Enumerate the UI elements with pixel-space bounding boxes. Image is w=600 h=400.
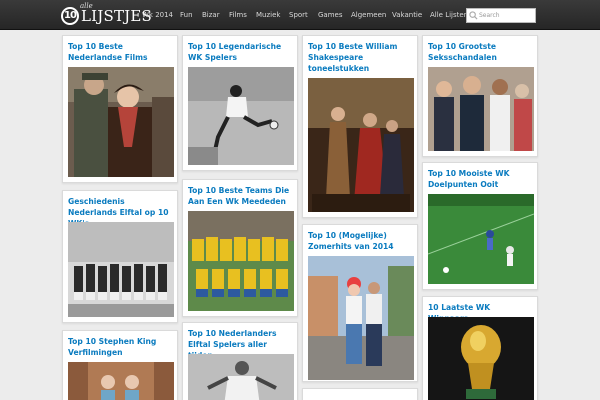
article-image[interactable] [428,317,534,400]
article-image[interactable] [68,67,174,177]
twin-girls-image [68,362,174,400]
article-image[interactable] [68,222,174,317]
article-card[interactable]: Top 10 (Mogelijke) Zomerhits van 2014 [302,224,418,382]
article-image[interactable] [68,362,174,400]
article-card[interactable]: Top 10 Beste William Shakespeare toneels… [302,35,418,218]
nav-item-algemeen[interactable]: Algemeen [351,11,386,19]
nav-item-alle-lijsten[interactable]: Alle Lijsten [430,11,468,19]
nav-item-muziek[interactable]: Muziek [256,11,280,19]
film-still-image [68,67,174,177]
top-navbar: 10 alle LIJSTJES Wk 2014 Fun Bizar Films… [0,0,600,30]
football-kick-image [188,67,294,165]
article-card[interactable]: Top 10 Mooiste WK Doelpunten Ooit [422,162,538,290]
crowd-image [428,67,534,151]
nav-item-bizar[interactable]: Bizar [202,11,220,19]
yellow-team-image [188,211,294,311]
article-title[interactable]: Top 10 (Mogelijke) Zomerhits van 2014 [308,230,412,252]
article-card[interactable]: Top 10 Legendarische WK Spelers [182,35,298,171]
article-card[interactable]: Top 10 Nederlanders Elftal Spelers aller… [182,322,298,400]
football-player-image [188,354,294,400]
logo-number: 10 [61,7,79,25]
search-icon [469,11,478,20]
article-image[interactable] [428,67,534,151]
nav-item-games[interactable]: Games [318,11,343,19]
article-card[interactable]: Top 10 Stephen King Verfilmingen [62,330,178,400]
article-card[interactable]: Top 10 Grootste Seksschandalen [422,35,538,157]
team-photo-image [68,222,174,317]
article-card[interactable]: 10 Laatste WK Winnaars [422,296,538,400]
trophy-image [428,317,534,400]
nav-item-vakantie[interactable]: Vakantie [392,11,422,19]
article-image[interactable] [188,211,294,311]
article-card[interactable]: Top 10 Beste Nederlandse Films [62,35,178,183]
nav-item-fun[interactable]: Fun [180,11,193,19]
article-card[interactable]: Geschiedenis Nederlands Elftal op 10 WK'… [62,190,178,323]
football-pitch-image [428,194,534,284]
article-image[interactable] [188,354,294,400]
article-title[interactable]: Top 10 Mooiste WK Doelpunten Ooit [428,168,532,190]
article-image[interactable] [428,194,534,284]
article-image[interactable] [308,78,414,212]
article-title[interactable]: Top 10 Stephen King Verfilmingen [68,336,172,358]
nav-item-films[interactable]: Films [229,11,247,19]
couple-street-image [308,256,414,380]
article-card[interactable]: Top 10 Beste Teams Die Aan Een Wk Meeded… [182,179,298,317]
article-title[interactable]: Top 10 Legendarische WK Spelers [188,41,292,63]
nav-item-sport[interactable]: Sport [289,11,308,19]
article-title[interactable]: Top 10 Grootste Seksschandalen [428,41,532,63]
article-title[interactable]: Top 10 Beste Nederlandse Films [68,41,172,63]
article-title[interactable]: Top 10 Beste William Shakespeare toneels… [308,41,412,74]
article-title[interactable]: Top 10 Beste Teams Die Aan Een Wk Meeded… [188,185,292,207]
article-image[interactable] [308,256,414,380]
article-card[interactable] [302,388,418,400]
painting-image [308,78,414,212]
nav-item-wk2014[interactable]: Wk 2014 [142,11,173,19]
article-image[interactable] [188,67,294,165]
